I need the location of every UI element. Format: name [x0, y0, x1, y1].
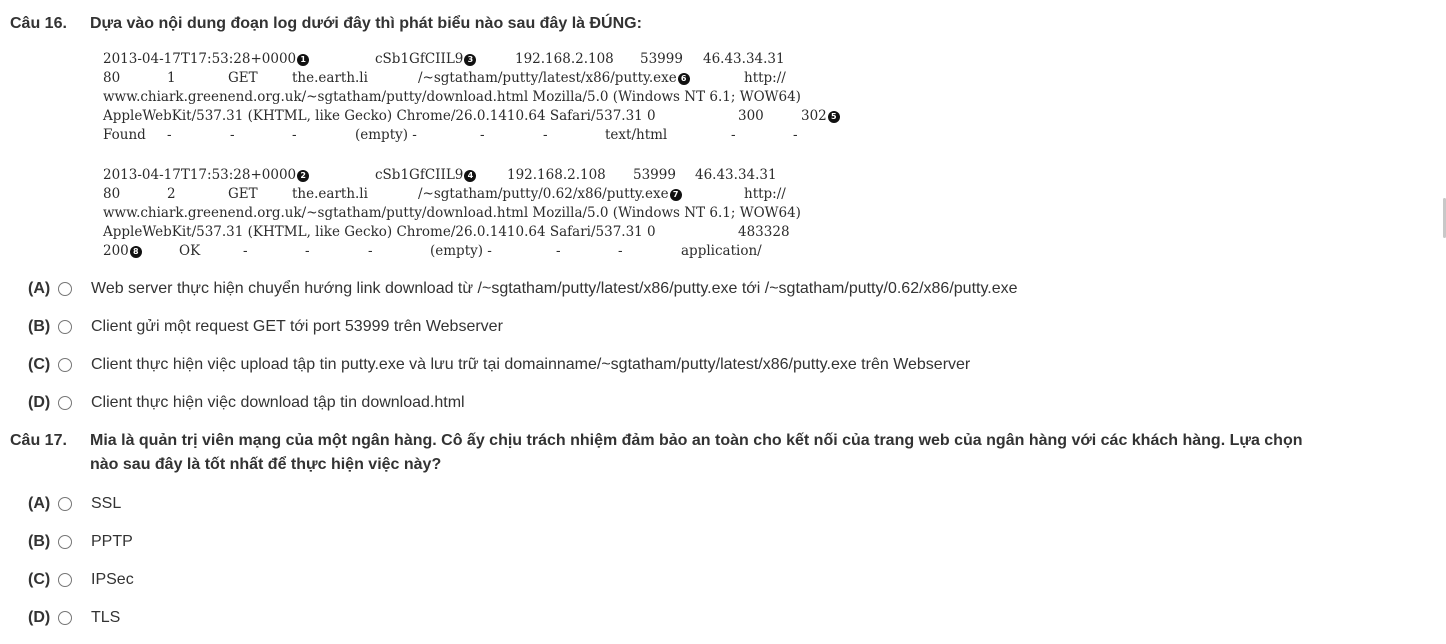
log-orig-ip: 192.168.2.108	[507, 167, 606, 183]
log-dash: -	[305, 243, 310, 259]
log-status: 302 5	[801, 107, 840, 126]
log-line: 2013-04-17T17:53:28+0000 1 cSb1GfCIIL9 3 1…	[103, 50, 863, 69]
log-line: AppleWebKit/537.31 (KHTML, like Gecko) C…	[103, 107, 863, 126]
log-timestamp: 2013-04-17T17:53:28+0000 1	[103, 50, 310, 69]
log-dash: -	[731, 127, 736, 143]
log-mime: application/	[681, 243, 762, 259]
log-uid: cSb1GfCIIL9 4	[375, 166, 477, 185]
radio-button[interactable]	[58, 396, 72, 410]
log-dash: -	[556, 243, 561, 259]
log-host: the.earth.li	[292, 186, 368, 202]
log-line: 2013-04-17T17:53:28+0000 2 cSb1GfCIIL9 4 1…	[103, 166, 863, 185]
log-dash: -	[368, 243, 373, 259]
log-empty: (empty) -	[355, 127, 417, 143]
log-line: www.chiark.greenend.org.uk/~sgtatham/put…	[103, 88, 863, 107]
option-letter: (A)	[28, 495, 51, 512]
option-text[interactable]: SSL	[91, 492, 121, 516]
log-line: 200 8 OK - - - (empty) - - - application/	[103, 242, 863, 261]
option-letter: (C)	[28, 571, 51, 588]
marker-icon: 5	[827, 111, 840, 123]
log-mime: text/html	[605, 127, 668, 143]
radio-button[interactable]	[58, 282, 72, 296]
question-number: Câu 16.	[10, 15, 67, 32]
question-text-line: nào sau đây là tốt nhất để thực hiện việ…	[90, 456, 442, 473]
log-length: 300	[738, 108, 764, 124]
log-resp-ip: 46.43.34.31	[703, 51, 785, 67]
option-letter: (B)	[28, 318, 51, 335]
log-resp-ip: 46.43.34.31	[695, 167, 777, 183]
question-number: Câu 17.	[10, 432, 67, 449]
log-method: GET	[228, 70, 258, 86]
log-uri: /~sgtatham/putty/latest/x86/putty.exe 6	[418, 69, 690, 88]
option-letter: (D)	[28, 609, 51, 626]
option-text[interactable]: PPTP	[91, 530, 133, 554]
log-depth: 2	[167, 186, 176, 202]
log-dash: -	[167, 127, 172, 143]
log-dash: -	[793, 127, 798, 143]
question-text-line: Mia là quản trị viên mạng của một ngân h…	[90, 432, 1303, 449]
marker-icon: 1	[297, 54, 310, 66]
log-status: 200 8	[103, 242, 142, 261]
log-line: 80 2 GET the.earth.li /~sgtatham/putty/0…	[103, 185, 863, 204]
log-line: 80 1 GET the.earth.li /~sgtatham/putty/l…	[103, 69, 863, 88]
marker-icon: 8	[129, 246, 142, 258]
marker-icon: 7	[669, 189, 682, 201]
marker-icon: 4	[464, 170, 477, 182]
log-orig-port: 53999	[640, 51, 683, 67]
option-letter: (D)	[28, 394, 51, 411]
log-port: 80	[103, 70, 121, 86]
log-dash: -	[292, 127, 297, 143]
question-text: Mia là quản trị viên mạng của một ngân h…	[90, 429, 1430, 477]
log-referrer: http://	[744, 70, 786, 86]
log-status-msg: Found	[103, 127, 146, 143]
option-text[interactable]: Client gửi một request GET tới port 5399…	[91, 315, 503, 339]
radio-button[interactable]	[58, 320, 72, 334]
option-text[interactable]: IPSec	[91, 568, 134, 592]
radio-button[interactable]	[58, 497, 72, 511]
log-dash: -	[480, 127, 485, 143]
log-dash: -	[230, 127, 235, 143]
log-line: www.chiark.greenend.org.uk/~sgtatham/put…	[103, 204, 863, 223]
log-referrer: http://	[744, 186, 786, 202]
log-dash: -	[543, 127, 548, 143]
log-dash: -	[618, 243, 623, 259]
log-line: AppleWebKit/537.31 (KHTML, like Gecko) C…	[103, 223, 863, 242]
log-text: AppleWebKit/537.31 (KHTML, like Gecko) C…	[103, 108, 656, 124]
radio-button[interactable]	[58, 611, 72, 625]
log-line: Found - - - (empty) - - - text/html - -	[103, 126, 863, 145]
option-letter: (C)	[28, 356, 51, 373]
option-text[interactable]: Web server thực hiện chuyển hướng link d…	[91, 277, 1018, 301]
marker-icon: 2	[297, 170, 310, 182]
radio-button[interactable]	[58, 573, 72, 587]
option-letter: (B)	[28, 533, 51, 550]
log-orig-port: 53999	[633, 167, 676, 183]
marker-icon: 3	[464, 54, 477, 66]
log-text: www.chiark.greenend.org.uk/~sgtatham/put…	[103, 89, 801, 105]
log-method: GET	[228, 186, 258, 202]
log-dash: -	[243, 243, 248, 259]
scrollbar[interactable]	[1442, 0, 1446, 644]
log-text: www.chiark.greenend.org.uk/~sgtatham/put…	[103, 205, 801, 221]
log-uri: /~sgtatham/putty/0.62/x86/putty.exe 7	[418, 185, 682, 204]
question-text: Dựa vào nội dung đoạn log dưới đây thì p…	[90, 15, 642, 32]
marker-icon: 6	[677, 73, 690, 85]
option-text[interactable]: Client thực hiện việc download tập tin d…	[91, 391, 465, 415]
log-empty: (empty) -	[430, 243, 492, 259]
radio-button[interactable]	[58, 535, 72, 549]
log-orig-ip: 192.168.2.108	[515, 51, 614, 67]
log-length: 483328	[738, 224, 790, 240]
option-text[interactable]: Client thực hiện việc upload tập tin put…	[91, 353, 970, 377]
log-status-msg: OK	[179, 243, 201, 259]
log-port: 80	[103, 186, 121, 202]
log-timestamp: 2013-04-17T17:53:28+0000 2	[103, 166, 310, 185]
option-text[interactable]: TLS	[91, 606, 120, 630]
option-letter: (A)	[28, 280, 51, 297]
log-uid: cSb1GfCIIL9 3	[375, 50, 477, 69]
radio-button[interactable]	[58, 358, 72, 372]
log-depth: 1	[167, 70, 176, 86]
log-text: AppleWebKit/537.31 (KHTML, like Gecko) C…	[103, 224, 656, 240]
log-host: the.earth.li	[292, 70, 368, 86]
